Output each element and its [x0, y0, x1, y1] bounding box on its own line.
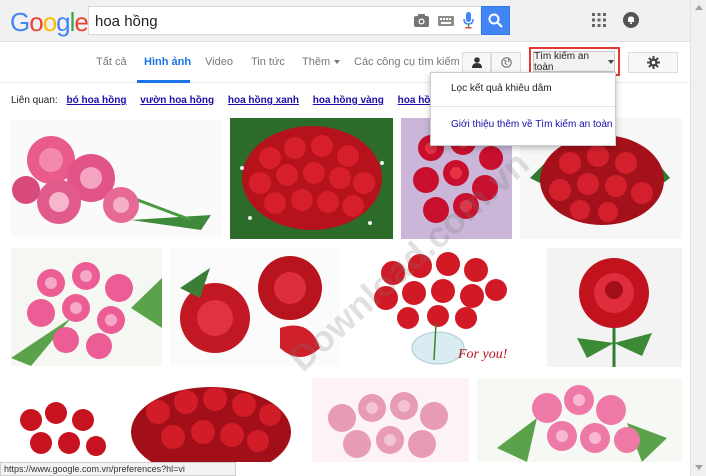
- image-result[interactable]: [547, 248, 682, 367]
- gear-icon: [646, 56, 660, 69]
- active-tab-indicator: [137, 80, 190, 83]
- tab-more[interactable]: Thêm: [302, 56, 341, 68]
- notifications-icon[interactable]: [623, 12, 639, 28]
- settings-button[interactable]: [628, 52, 678, 73]
- keyboard-icon[interactable]: [438, 15, 454, 26]
- scroll-down-icon[interactable]: [695, 465, 703, 470]
- logo-letter: o: [42, 7, 58, 37]
- image-result[interactable]: [118, 377, 304, 462]
- filter-explicit-results-option[interactable]: Lọc kết quả khiêu dâm: [451, 83, 552, 94]
- card-caption: For you!: [457, 347, 508, 362]
- image-result[interactable]: [11, 248, 162, 366]
- global-results-button[interactable]: [491, 52, 521, 73]
- tab-video[interactable]: Video: [205, 56, 233, 68]
- google-logo[interactable]: Google: [10, 7, 89, 38]
- logo-letter: g: [56, 7, 71, 37]
- tab-images[interactable]: Hình ảnh: [144, 56, 191, 68]
- logo-letter: G: [10, 7, 30, 37]
- image-result[interactable]: [477, 378, 682, 462]
- camera-icon[interactable]: [414, 14, 429, 27]
- related-label: Liên quan:: [11, 95, 58, 106]
- image-result[interactable]: [230, 118, 393, 239]
- vertical-scrollbar[interactable]: [690, 0, 706, 476]
- apps-grid-icon[interactable]: [592, 13, 606, 27]
- microphone-icon[interactable]: [463, 12, 474, 29]
- related-searches: Liên quan: bó hoa hồng vườn hoa hồng hoa…: [11, 95, 460, 106]
- safe-search-info-link[interactable]: Giới thiệu thêm về Tìm kiếm an toàn: [451, 119, 612, 130]
- search-icon: [488, 13, 503, 28]
- tab-more-label: Thêm: [302, 56, 331, 68]
- personal-results-button[interactable]: [462, 52, 491, 73]
- status-bar-url: https://www.google.com.vn/preferences?hl…: [0, 462, 236, 476]
- image-result[interactable]: [11, 398, 110, 462]
- logo-letter: e: [74, 7, 89, 37]
- image-result[interactable]: [312, 378, 469, 462]
- search-input[interactable]: [95, 11, 395, 31]
- related-link[interactable]: hoa hồng xanh: [228, 95, 299, 106]
- related-link[interactable]: vườn hoa hồng: [140, 95, 214, 106]
- image-result[interactable]: [11, 120, 222, 237]
- search-button[interactable]: [481, 6, 510, 35]
- logo-letter: o: [29, 7, 44, 37]
- related-link[interactable]: hoa hồng vàng: [313, 95, 384, 106]
- safe-search-menu: Lọc kết quả khiêu dâm Giới thiệu thêm về…: [430, 72, 616, 146]
- tab-search-tools[interactable]: Các công cụ tìm kiếm: [354, 56, 460, 68]
- menu-divider: [431, 106, 615, 107]
- scroll-up-icon[interactable]: [695, 5, 703, 10]
- tab-news[interactable]: Tin tức: [251, 56, 285, 68]
- header-bar: Google: [0, 0, 706, 42]
- chevron-down-icon: [334, 60, 341, 65]
- person-icon: [471, 57, 482, 68]
- tab-all[interactable]: Tất cả: [96, 56, 127, 68]
- globe-icon: [500, 57, 512, 68]
- related-link[interactable]: bó hoa hồng: [67, 95, 127, 106]
- search-box: [88, 6, 480, 35]
